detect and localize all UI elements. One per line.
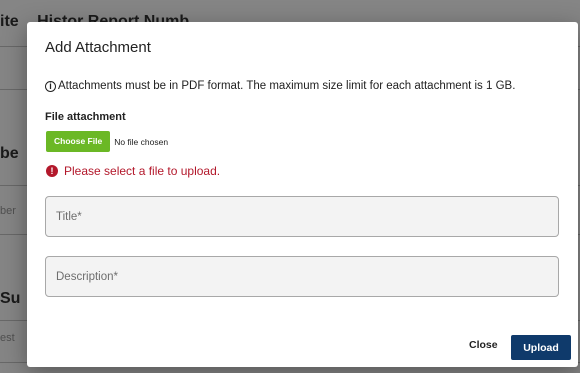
dialog-title: Add Attachment <box>45 39 151 56</box>
error-icon: ! <box>46 165 58 177</box>
error-text: Please select a file to upload. <box>64 164 221 178</box>
description-field <box>45 256 559 297</box>
upload-button[interactable]: Upload <box>511 335 571 360</box>
file-error-message: ! Please select a file to upload. <box>46 164 220 178</box>
info-icon: i <box>45 80 56 92</box>
title-input[interactable] <box>46 197 558 236</box>
close-button[interactable]: Close <box>463 338 504 352</box>
title-field <box>45 196 559 237</box>
file-attachment-label: File attachment <box>45 111 126 123</box>
info-text: Attachments must be in PDF format. The m… <box>58 80 516 92</box>
file-picker: Choose File No file chosen <box>46 131 168 152</box>
file-status: No file chosen <box>114 136 169 147</box>
add-attachment-dialog: Add Attachment i Attachments must be in … <box>27 22 578 367</box>
choose-file-button[interactable]: Choose File <box>46 131 111 152</box>
description-input[interactable] <box>46 257 558 296</box>
info-message: i Attachments must be in PDF format. The… <box>45 80 515 92</box>
